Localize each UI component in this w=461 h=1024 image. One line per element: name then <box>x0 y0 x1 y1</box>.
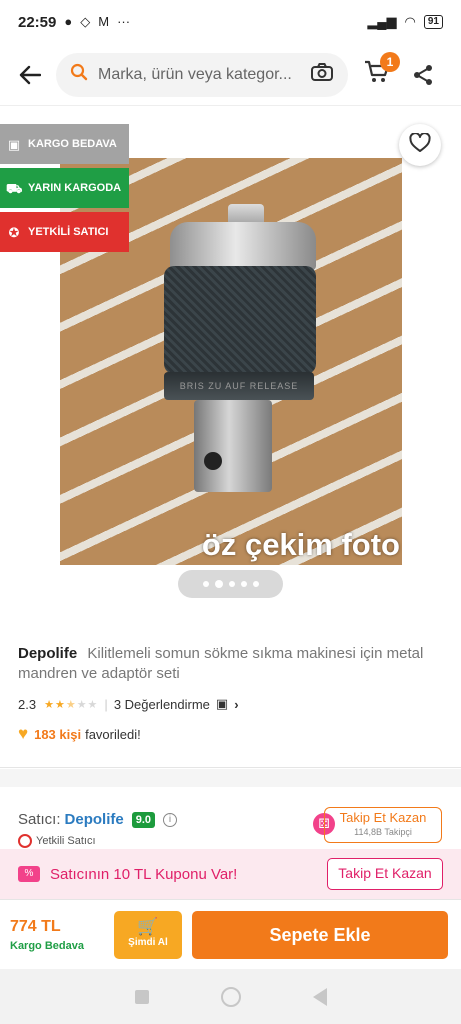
signal-icon: ▂▄▆ <box>367 14 397 29</box>
tag-label: YETKİLİ SATICI <box>28 225 109 238</box>
shipping-label: Kargo Bedava <box>10 939 84 952</box>
purchase-bar: 774 TL Kargo Bedava 🛒 Şimdi Al Sepete Ek… <box>0 899 461 969</box>
favorite-count: 183 kişi <box>34 726 82 742</box>
cart-button[interactable]: 1 <box>362 51 400 90</box>
tag-label: YARIN KARGODA <box>28 181 122 194</box>
camera-small-icon: ▣ <box>215 696 229 711</box>
wifi-icon: ◠ <box>404 14 416 29</box>
coupon-icon: % <box>18 866 40 882</box>
back-triangle-icon[interactable] <box>312 987 327 1006</box>
coupon-follow-button[interactable]: Takip Et Kazan <box>327 858 443 890</box>
follow-button[interactable]: Takip Et Kazan 114,8B Takipçi <box>324 807 442 843</box>
notification-icons: ● ◇ M ··· <box>64 14 130 30</box>
favorite-text: favoriledi! <box>85 726 141 742</box>
adapter-hole <box>204 452 222 470</box>
home-icon[interactable] <box>220 986 241 1007</box>
follow-label: Takip Et Kazan <box>339 810 427 825</box>
chat-icon: ● <box>64 14 73 29</box>
cart-plus-icon: 🛒 <box>137 916 159 936</box>
tag-label: KARGO BEDAVA <box>28 137 117 150</box>
chuck-ring-text: BRIS ZU AUF RELEASE <box>164 372 314 400</box>
chuck-knurled-body <box>164 266 316 374</box>
buy-now-label: Şimdi Al <box>128 936 168 948</box>
product-name: Kilitlemeli somun sökme sıkma makinesi i… <box>18 645 424 682</box>
product-title: Depolife Kilitlemeli somun sökme sıkma m… <box>18 644 443 684</box>
status-time: 22:59 <box>18 13 57 31</box>
buy-now-button[interactable]: 🛒 Şimdi Al <box>114 910 182 959</box>
search-input[interactable] <box>98 65 310 84</box>
share-icon[interactable] <box>410 62 436 88</box>
camera-icon[interactable] <box>310 62 334 87</box>
search-box[interactable] <box>56 52 348 97</box>
mail-icon: M <box>98 14 110 29</box>
search-icon <box>70 63 88 86</box>
tag-next-day: ⛟ YARIN KARGODA <box>0 168 129 208</box>
recents-icon[interactable] <box>134 989 149 1004</box>
box-icon: ▣ <box>7 136 21 152</box>
tag-authorized-seller: ✪ YETKİLİ SATICI <box>0 212 129 252</box>
divider: | <box>104 696 108 712</box>
product-tags: ▣ KARGO BEDAVA ⛟ YARIN KARGODA ✪ YETKİLİ… <box>0 124 129 256</box>
orange-heart-icon: ♥ <box>18 724 29 743</box>
favorite-button[interactable] <box>399 124 441 166</box>
product-info: Depolife Kilitlemeli somun sökme sıkma m… <box>0 616 461 768</box>
tag-free-shipping: ▣ KARGO BEDAVA <box>0 124 129 164</box>
coupon-text: Satıcının 10 TL Kuponu Var! <box>50 865 238 883</box>
seller-score-badge: 9.0 <box>131 811 156 828</box>
pager-dot[interactable] <box>202 581 209 587</box>
search-header: 1 <box>0 44 461 106</box>
seller-name[interactable]: Depolife <box>65 811 124 828</box>
pager-dot[interactable] <box>228 581 235 587</box>
coupon-banner[interactable]: % Satıcının 10 TL Kuponu Var! Takip Et K… <box>0 849 461 899</box>
section-divider <box>0 769 461 787</box>
product-gallery[interactable]: BRIS ZU AUF RELEASE öz çekim foto ▣ KARG… <box>0 106 461 616</box>
rating-stars: ★★★★★ <box>44 698 99 711</box>
pager-dot-active[interactable] <box>214 580 223 588</box>
image-pager[interactable] <box>178 570 283 598</box>
chevron-right-icon: › <box>234 696 239 712</box>
favorites-row: ♥ 183 kişi favoriledi! <box>18 724 443 744</box>
price-block: 774 TL Kargo Bedava <box>10 918 114 952</box>
seller-section: Satıcı: Depolife 9.0 i Yetkili Satıcı ⚄ … <box>0 787 461 849</box>
truck-icon: ⛟ <box>6 180 23 196</box>
photo-caption: öz çekim foto <box>201 527 400 562</box>
price: 774 TL <box>10 917 61 935</box>
system-nav-bar <box>0 969 461 1024</box>
chuck-adapter <box>194 400 272 492</box>
product-brand[interactable]: Depolife <box>18 645 77 662</box>
info-icon[interactable]: i <box>163 812 178 827</box>
pager-dot[interactable] <box>252 581 259 587</box>
back-arrow-icon[interactable] <box>12 65 48 85</box>
review-count[interactable]: 3 Değerlendirme <box>114 697 210 712</box>
authorized-label: Yetkili Satıcı <box>36 835 96 847</box>
more-icon: ··· <box>117 14 131 29</box>
battery-icon: 91 <box>423 15 443 29</box>
seller-label: Satıcı: <box>18 811 61 828</box>
rating-value: 2.3 <box>18 696 37 712</box>
chuck-cap <box>170 222 316 270</box>
add-to-cart-button[interactable]: Sepete Ekle <box>192 910 448 959</box>
heart-icon <box>409 131 431 158</box>
rating-row[interactable]: 2.3 ★★★★★ | 3 Değerlendirme ▣ › <box>18 696 443 712</box>
pager-dot[interactable] <box>240 581 247 587</box>
authorized-icon <box>18 834 32 848</box>
tag-icon: ◇ <box>80 14 91 29</box>
follower-count: 114,8B Takipçi <box>354 827 412 837</box>
badge-icon: ✪ <box>8 224 20 240</box>
cart-count-badge: 1 <box>380 51 400 72</box>
status-bar: 22:59 ● ◇ M ··· ▂▄▆ ◠ 91 <box>0 0 461 44</box>
